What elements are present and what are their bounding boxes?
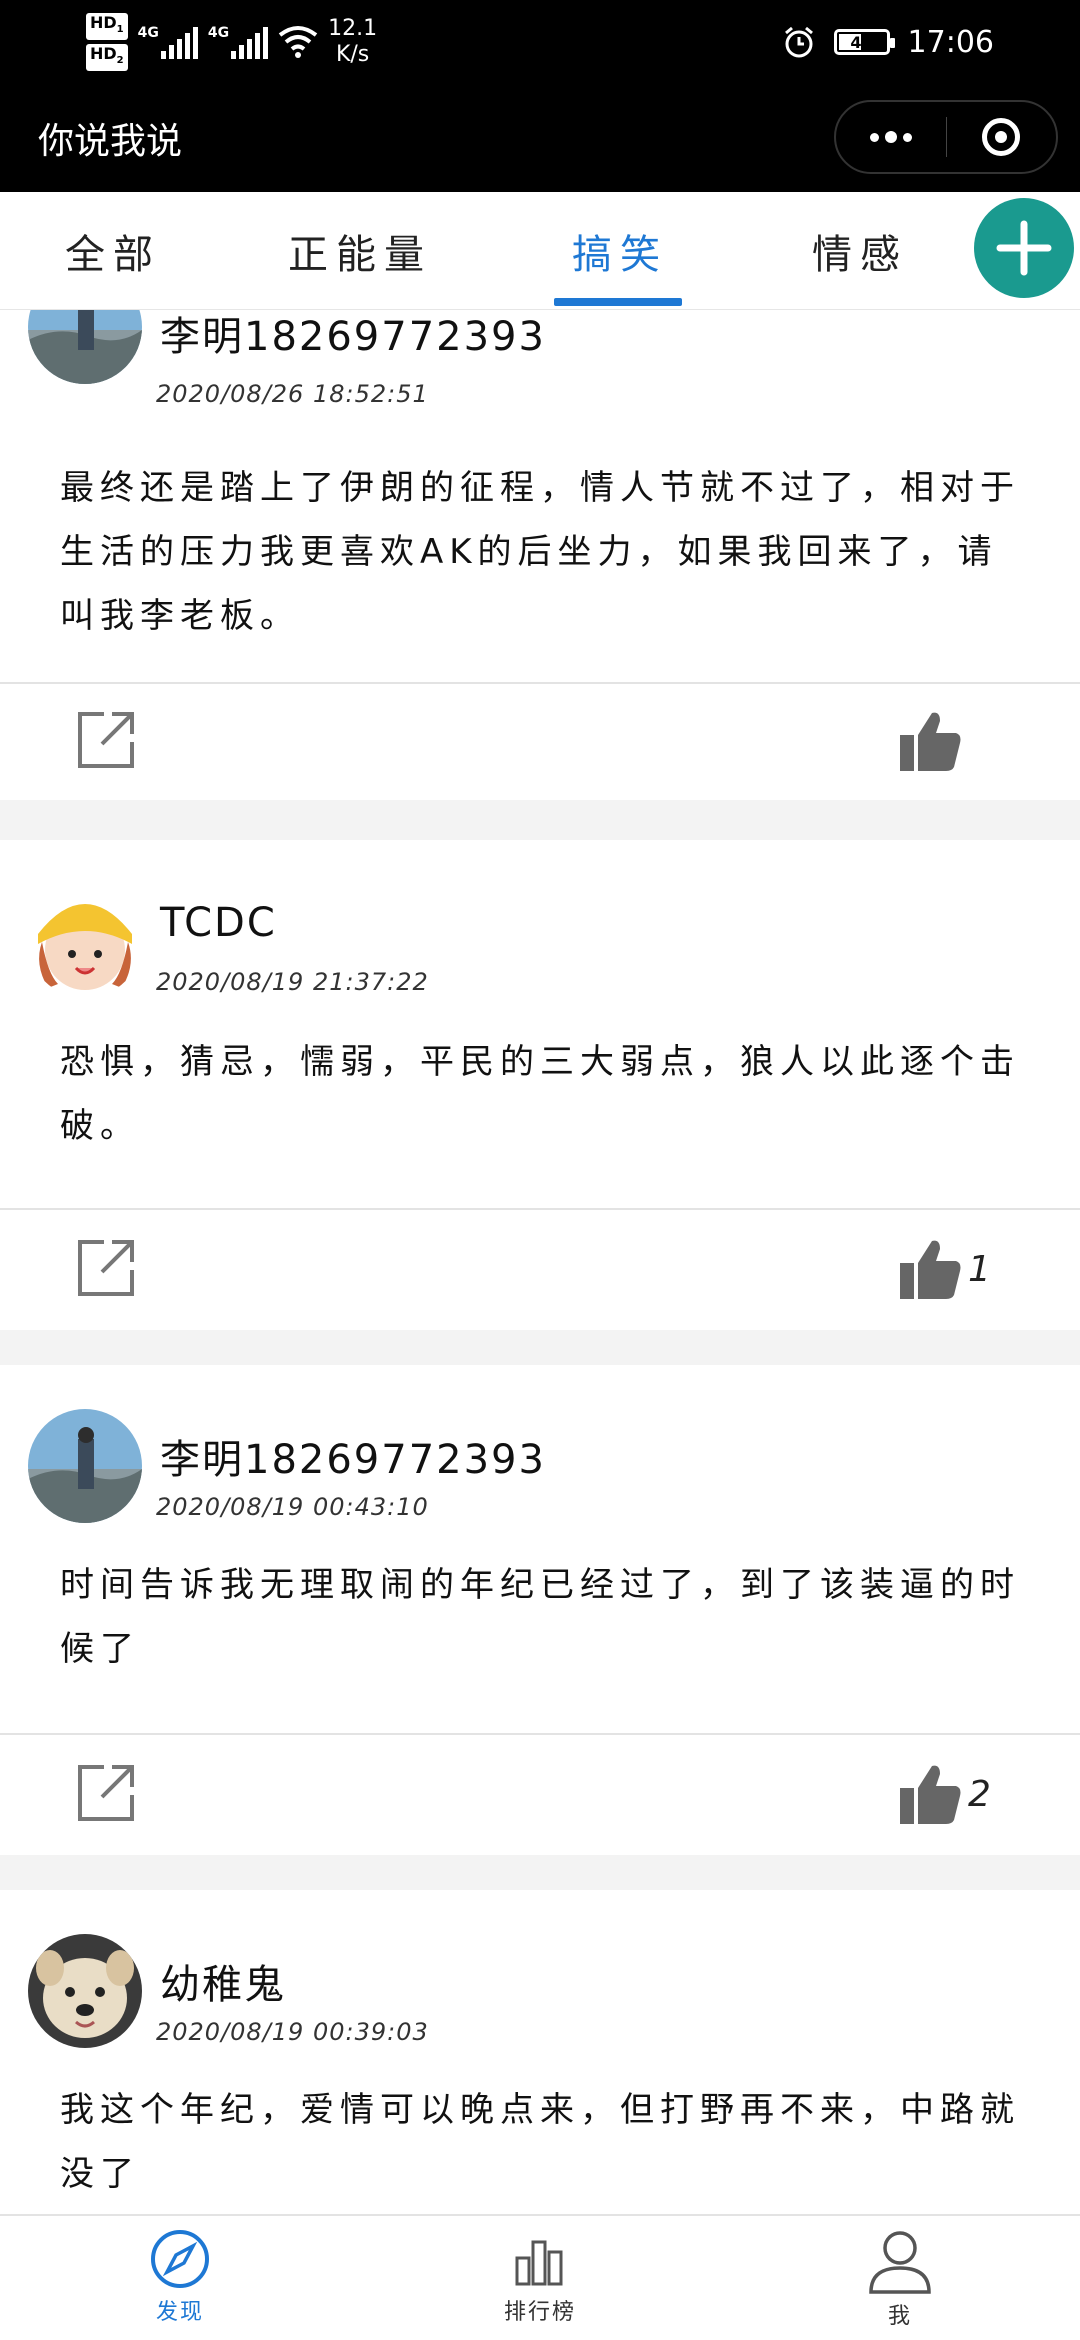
avatar[interactable] bbox=[28, 884, 142, 998]
bottom-nav: 发现 排行榜 我 bbox=[0, 2214, 1080, 2340]
close-button[interactable] bbox=[947, 102, 1057, 172]
like-button[interactable]: 2 bbox=[900, 1761, 991, 1827]
wifi-icon bbox=[278, 26, 318, 58]
post-card: 幼稚鬼 2020/08/19 00:39:03 我这个年纪，爱情可以晚点来，但打… bbox=[0, 1890, 1080, 2214]
post-content: 恐惧，猜忌，懦弱，平民的三大弱点，狼人以此逐个击破。 bbox=[60, 1042, 1020, 1146]
post-username[interactable]: 李明18269772393 bbox=[160, 1427, 546, 1485]
nav-leaderboard[interactable]: 排行榜 bbox=[440, 2216, 640, 2340]
network-speed: 12.1 K/s bbox=[328, 16, 378, 67]
status-bar-left: HD1 HD2 4G 4G 12.1 K/s bbox=[86, 12, 378, 72]
post-time: 2020/08/19 21:37:22 bbox=[156, 968, 429, 996]
hd2-badge: HD2 bbox=[86, 44, 128, 72]
nav-discover[interactable]: 发现 bbox=[80, 2216, 280, 2340]
post-username[interactable]: TCDC bbox=[160, 900, 277, 946]
avatar[interactable] bbox=[28, 1934, 142, 2048]
tab-emotion[interactable]: 情感 bbox=[780, 192, 940, 310]
thumbs-up-icon bbox=[900, 1240, 961, 1299]
post-time: 2020/08/19 00:43:10 bbox=[156, 1493, 429, 1521]
like-button[interactable]: 1 bbox=[900, 1236, 991, 1302]
thumbs-up-icon bbox=[900, 1765, 961, 1824]
avatar[interactable] bbox=[28, 310, 142, 384]
person-icon bbox=[869, 2231, 931, 2294]
plus-icon bbox=[996, 220, 1052, 276]
dot-icon bbox=[902, 132, 912, 142]
dot-icon bbox=[884, 131, 897, 143]
thumbs-up-icon bbox=[900, 712, 961, 771]
signal-icon bbox=[231, 25, 269, 59]
post-content: 我这个年纪，爱情可以晚点来，但打野再不来，中路就没了 bbox=[60, 2090, 1020, 2194]
target-close-icon bbox=[982, 118, 1021, 156]
share-icon[interactable] bbox=[76, 1763, 136, 1823]
top-bar: HD1 HD2 4G 4G 12.1 K/s 43 17:06 你说我说 bbox=[0, 0, 1080, 192]
bar-chart-icon bbox=[515, 2240, 563, 2286]
nav-me[interactable]: 我 bbox=[800, 2216, 1000, 2340]
like-button[interactable] bbox=[900, 708, 968, 774]
network-type-2: 4G bbox=[207, 25, 230, 41]
tab-funny[interactable]: 搞笑 bbox=[540, 192, 700, 310]
hd1-badge: HD1 bbox=[86, 12, 128, 40]
post-content: 时间告诉我无理取闹的年纪已经过了，到了该装逼的时候了 bbox=[60, 1565, 1020, 1669]
post-content: 最终还是踏上了伊朗的征程，情人节就不过了，相对于生活的压力我更喜欢AK的后坐力，… bbox=[60, 468, 1020, 636]
more-button[interactable] bbox=[836, 102, 946, 172]
post-time: 2020/08/19 00:39:03 bbox=[156, 2018, 429, 2046]
like-count: 2 bbox=[968, 1773, 991, 1815]
network-type-1: 4G bbox=[137, 25, 159, 41]
alarm-icon bbox=[784, 26, 813, 58]
post-card: TCDC 2020/08/19 21:37:22 恐惧，猜忌，懦弱，平民的三大弱… bbox=[0, 840, 1080, 1330]
post-username[interactable]: 幼稚鬼 bbox=[160, 1952, 286, 2010]
tab-positive-energy[interactable]: 正能量 bbox=[280, 192, 440, 310]
like-count: 1 bbox=[968, 1248, 991, 1290]
battery-icon: 43 bbox=[833, 29, 895, 55]
post-feed: 李明18269772393 2020/08/26 18:52:51 最终还是踏上… bbox=[0, 310, 1080, 2214]
status-time: 17:06 bbox=[907, 24, 994, 60]
post-card: 李明18269772393 2020/08/26 18:52:51 最终还是踏上… bbox=[0, 310, 1080, 800]
post-card: 李明18269772393 2020/08/19 00:43:10 时间告诉我无… bbox=[0, 1365, 1080, 1855]
active-tab-indicator bbox=[554, 298, 682, 306]
avatar[interactable] bbox=[28, 1409, 142, 1523]
tab-all[interactable]: 全部 bbox=[38, 192, 188, 310]
dot-icon bbox=[869, 132, 879, 142]
post-username[interactable]: 李明18269772393 bbox=[160, 310, 546, 362]
status-bar-right: 43 17:06 bbox=[782, 18, 994, 66]
share-icon[interactable] bbox=[76, 1238, 136, 1298]
mini-program-capsule bbox=[834, 100, 1058, 174]
compass-icon bbox=[151, 2230, 209, 2288]
add-post-button[interactable] bbox=[974, 198, 1074, 298]
post-time: 2020/08/26 18:52:51 bbox=[156, 380, 429, 408]
share-icon[interactable] bbox=[76, 710, 136, 770]
category-tabs: 全部 正能量 搞笑 情感 bbox=[0, 192, 1080, 310]
signal-icon bbox=[160, 25, 198, 59]
page-title: 你说我说 bbox=[38, 121, 183, 162]
